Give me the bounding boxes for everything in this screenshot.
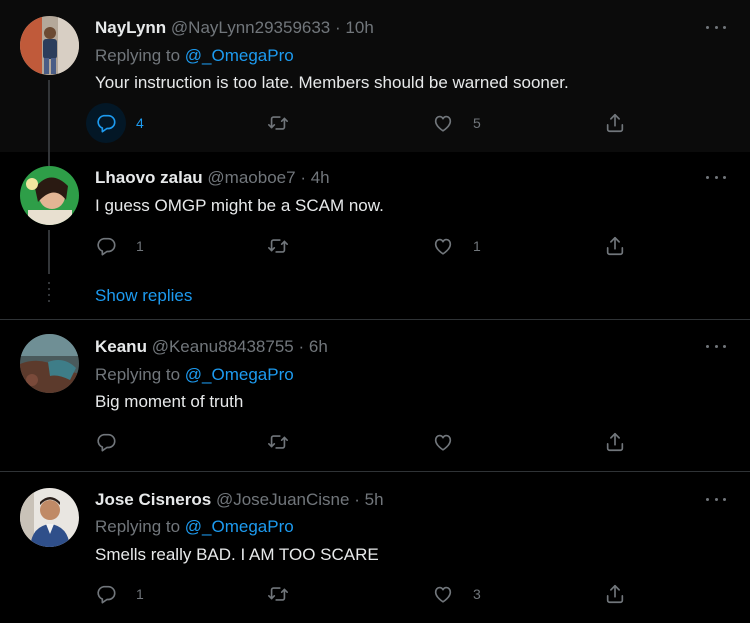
reply-count: 4 xyxy=(136,115,144,131)
mention-link[interactable]: @_OmegaPro xyxy=(185,517,294,536)
tweet-header: Lhaovo zalau @maoboe7 · 4h xyxy=(95,167,330,189)
reply-icon xyxy=(95,583,117,605)
reply-button[interactable]: 1 xyxy=(95,235,144,257)
retweet-icon xyxy=(267,112,289,134)
avatar[interactable] xyxy=(20,334,79,393)
reply-button[interactable]: 4 xyxy=(95,112,144,134)
avatar[interactable] xyxy=(20,16,79,75)
replying-to-prefix: Replying to xyxy=(95,517,181,536)
share-icon xyxy=(604,431,626,453)
replying-to: Replying to @_OmegaPro xyxy=(95,364,294,386)
tweet[interactable]: Lhaovo zalau @maoboe7 · 4h I guess OMGP … xyxy=(0,152,750,320)
like-icon xyxy=(432,583,454,605)
tweet-actions: 1 1 xyxy=(95,235,635,257)
handle[interactable]: @JoseJuanCisne xyxy=(216,490,350,509)
tweet-text: Big moment of truth xyxy=(95,392,244,411)
retweet-button[interactable] xyxy=(267,112,308,134)
display-name[interactable]: NayLynn xyxy=(95,18,166,37)
retweet-icon xyxy=(267,235,289,257)
handle[interactable]: @maoboe7 xyxy=(207,168,295,187)
show-replies-link[interactable]: Show replies xyxy=(95,285,192,307)
handle[interactable]: @Keanu88438755 xyxy=(152,337,294,356)
tweet[interactable]: Keanu @Keanu88438755 · 6h Replying to @_… xyxy=(0,320,750,472)
like-count: 1 xyxy=(473,238,481,254)
share-icon xyxy=(604,235,626,257)
share-button[interactable] xyxy=(604,431,626,453)
timestamp[interactable]: 5h xyxy=(365,490,384,509)
share-icon xyxy=(604,583,626,605)
reply-count: 1 xyxy=(136,238,144,254)
tweet[interactable]: NayLynn @NayLynn29359633 · 10h Replying … xyxy=(0,0,750,152)
retweet-button[interactable] xyxy=(267,431,308,453)
tweet-header: Keanu @Keanu88438755 · 6h xyxy=(95,336,328,358)
handle[interactable]: @NayLynn29359633 xyxy=(171,18,330,37)
tweet-header: Jose Cisneros @JoseJuanCisne · 5h xyxy=(95,489,384,511)
tweet-actions: 4 5 xyxy=(95,112,635,134)
like-count: 5 xyxy=(473,115,481,131)
more-icon[interactable] xyxy=(706,167,726,187)
thread-line xyxy=(48,230,50,274)
thread-line xyxy=(48,152,50,166)
display-name[interactable]: Jose Cisneros xyxy=(95,490,211,509)
separator: · xyxy=(300,168,306,187)
share-button[interactable] xyxy=(604,583,626,605)
share-button[interactable] xyxy=(604,235,626,257)
mention-link[interactable]: @_OmegaPro xyxy=(185,365,294,384)
reply-icon xyxy=(95,235,117,257)
avatar[interactable] xyxy=(20,166,79,225)
like-icon xyxy=(432,112,454,134)
like-button[interactable] xyxy=(432,431,473,453)
share-icon xyxy=(604,112,626,134)
retweet-icon xyxy=(267,583,289,605)
like-button[interactable]: 1 xyxy=(432,235,481,257)
separator: · xyxy=(335,18,341,37)
tweet-text: Your instruction is too late. Members sh… xyxy=(95,73,569,92)
thread-dots xyxy=(48,282,50,306)
retweet-icon xyxy=(267,431,289,453)
tweet[interactable]: Jose Cisneros @JoseJuanCisne · 5h Replyi… xyxy=(0,472,750,623)
like-button[interactable]: 3 xyxy=(432,583,481,605)
tweet-actions: 1 3 xyxy=(95,583,635,605)
tweet-text: Smells really BAD. I AM TOO SCARE xyxy=(95,545,379,564)
separator: · xyxy=(354,490,360,509)
retweet-button[interactable] xyxy=(267,235,308,257)
separator: · xyxy=(298,337,305,356)
avatar[interactable] xyxy=(20,488,79,547)
display-name[interactable]: Keanu xyxy=(95,337,147,356)
display-name[interactable]: Lhaovo zalau xyxy=(95,168,203,187)
thread-line xyxy=(48,80,50,152)
more-icon[interactable] xyxy=(706,17,726,37)
replying-to-prefix: Replying to xyxy=(95,365,181,384)
tweet-header: NayLynn @NayLynn29359633 · 10h xyxy=(95,17,374,39)
reply-icon xyxy=(95,112,117,134)
mention-link[interactable]: @_OmegaPro xyxy=(185,46,294,65)
timestamp[interactable]: 10h xyxy=(345,18,373,37)
retweet-button[interactable] xyxy=(267,583,308,605)
reply-count: 1 xyxy=(136,586,144,602)
more-icon[interactable] xyxy=(706,489,726,509)
reply-icon xyxy=(95,431,117,453)
reply-button[interactable]: 1 xyxy=(95,583,144,605)
like-count: 3 xyxy=(473,586,481,602)
tweet-actions xyxy=(95,431,635,453)
replying-to-prefix: Replying to xyxy=(95,46,181,65)
replying-to: Replying to @_OmegaPro xyxy=(95,516,294,538)
like-icon xyxy=(432,431,454,453)
reply-button[interactable] xyxy=(95,431,136,453)
like-icon xyxy=(432,235,454,257)
like-button[interactable]: 5 xyxy=(432,112,481,134)
more-icon[interactable] xyxy=(706,336,726,356)
share-button[interactable] xyxy=(604,112,626,134)
replying-to: Replying to @_OmegaPro xyxy=(95,45,294,67)
timestamp[interactable]: 4h xyxy=(311,168,330,187)
timestamp[interactable]: 6h xyxy=(309,337,328,356)
tweet-text: I guess OMGP might be a SCAM now. xyxy=(95,196,384,215)
